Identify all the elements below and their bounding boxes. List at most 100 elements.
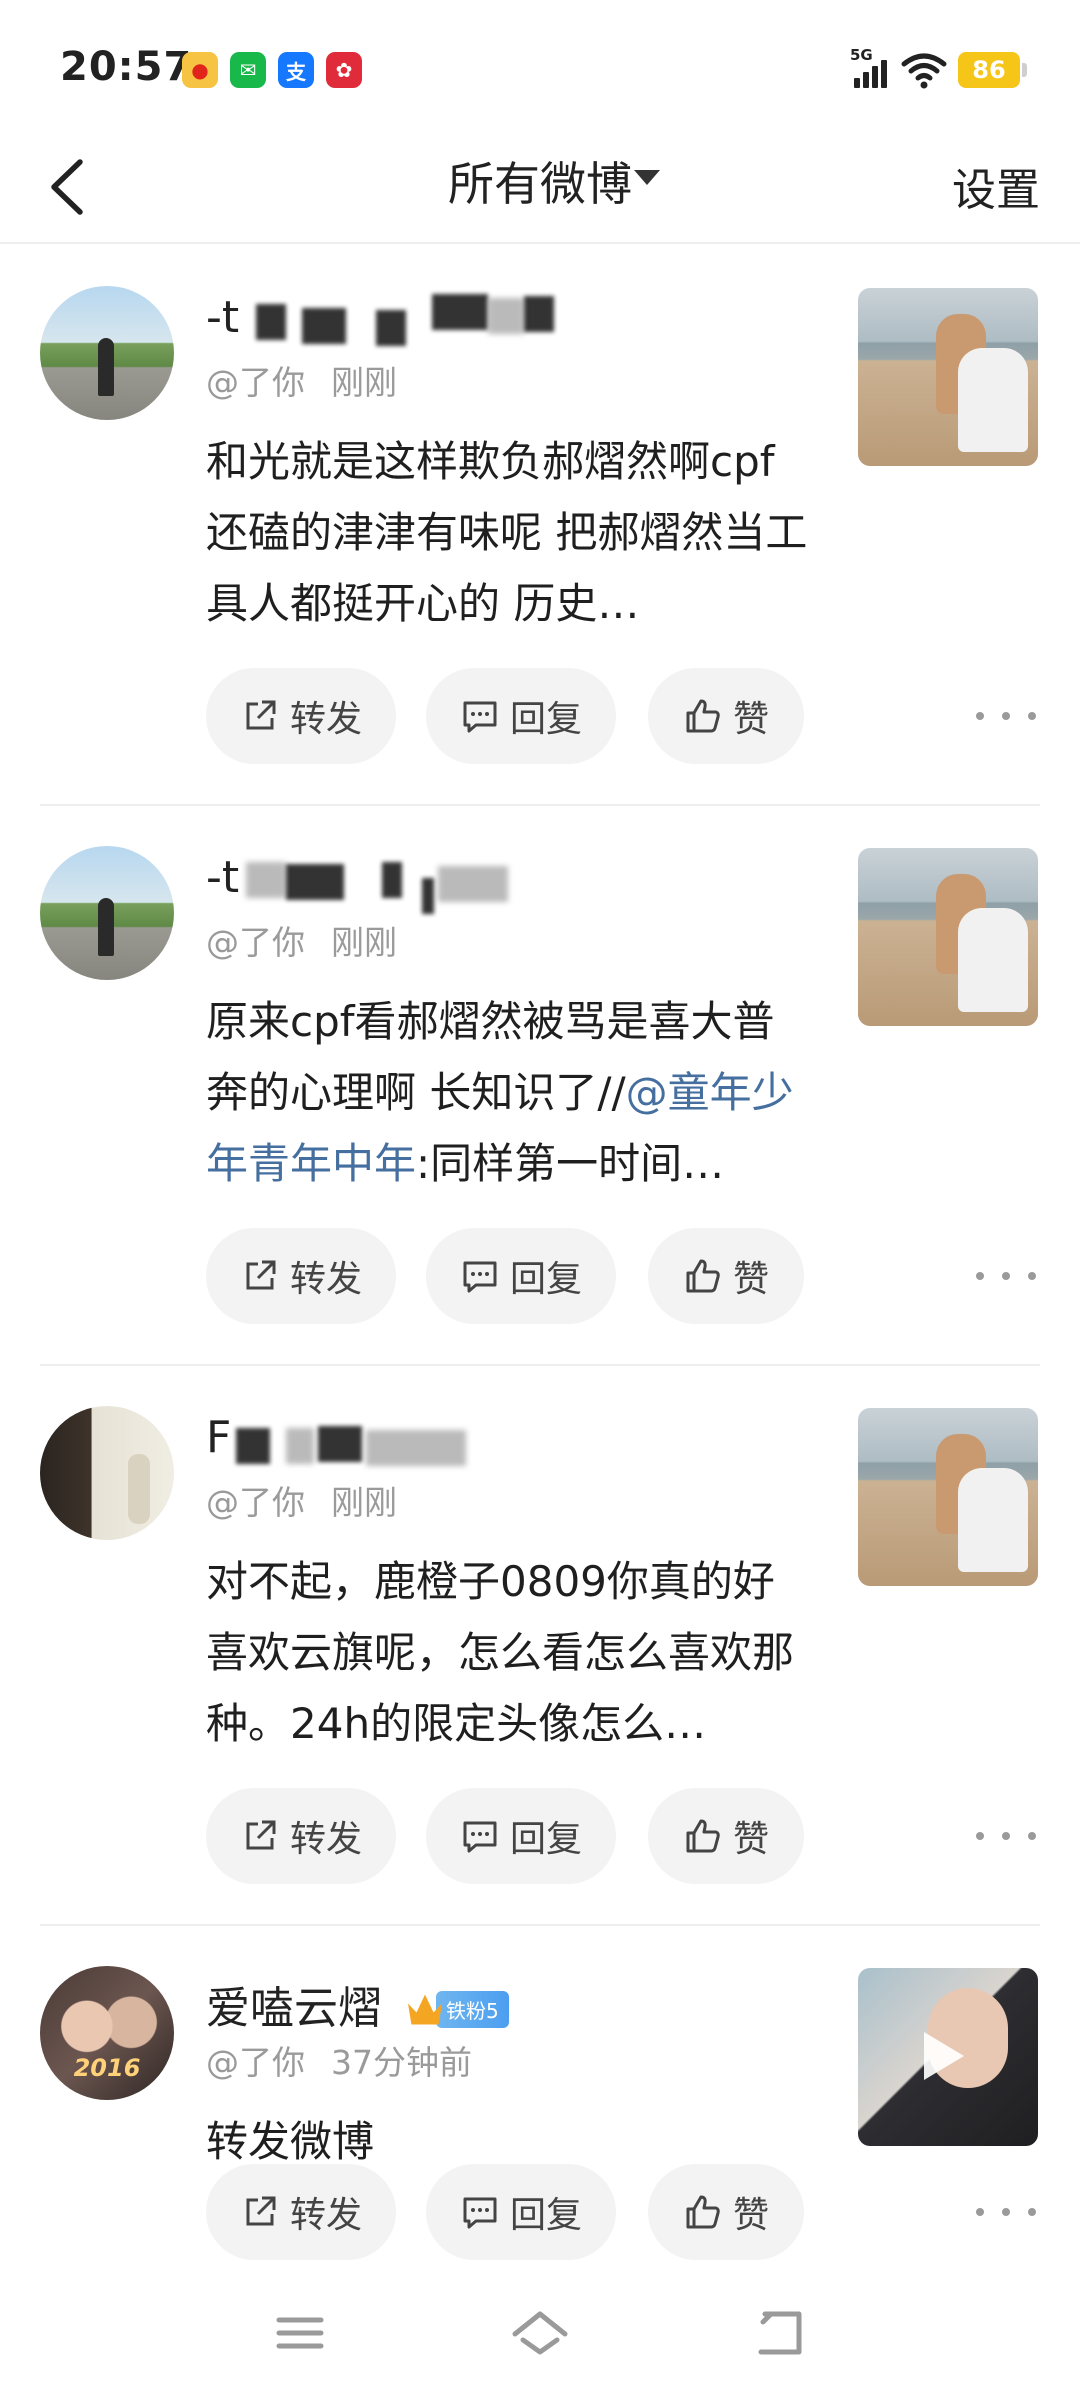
username-text: 爱嗑云熠 [206, 1983, 382, 2034]
post-time: 刚刚 [331, 363, 397, 402]
mention-feed: -t @了你 刚刚 和光就是这样欺负郝熠然啊cpf还磕的津津有味呢 把郝熠然当工具… [0, 246, 1080, 2266]
avatar[interactable]: 2016 [40, 1966, 174, 2100]
like-label: 赞 [732, 699, 769, 740]
home-icon[interactable] [505, 2298, 575, 2368]
post-meta: @了你 37分钟前 [206, 2036, 472, 2084]
mention-source: @了你 [206, 1483, 305, 1522]
more-options-button[interactable] [976, 2194, 1036, 2230]
share-icon [246, 2196, 276, 2226]
battery-indicator: 86 [958, 52, 1027, 88]
more-options-button[interactable] [976, 1818, 1036, 1854]
like-button[interactable]: 赞 [648, 668, 804, 764]
post-thumbnail[interactable] [858, 848, 1038, 1026]
post-text[interactable]: 和光就是这样欺负郝熠然啊cpf还磕的津津有味呢 把郝熠然当工具人都挺开心的 历史… [206, 426, 816, 639]
comment-button[interactable]: 回复 [426, 1228, 616, 1324]
back-nav-icon[interactable] [745, 2298, 815, 2368]
action-bar: 转发 回复 赞 [206, 668, 1066, 764]
redaction-mark [318, 1426, 362, 1462]
repost-button[interactable]: 转发 [206, 668, 396, 764]
redaction-mark [366, 1430, 466, 1466]
avatar[interactable] [40, 286, 174, 420]
feed-item[interactable]: F @了你 刚刚 对不起，鹿橙子0809你真的好喜欢云旗呢，怎么看怎么喜欢那种。2… [0, 1366, 1080, 1926]
post-text[interactable]: 原来cpf看郝熠然被骂是喜大普奔的心理啊 长知识了//@童年少年青年中年:同样第… [206, 986, 816, 1199]
username-text: -t [206, 292, 240, 343]
like-button[interactable]: 赞 [648, 1228, 804, 1324]
repost-button[interactable]: 转发 [206, 1228, 396, 1324]
repost-label: 转发 [289, 1819, 362, 1860]
mention-source: @了你 [206, 363, 305, 402]
repost-label: 转发 [289, 2195, 362, 2236]
feed-item[interactable]: 2016 爱嗑云熠 铁粉5 @了你 37分钟前 转发微博 转发 回复 赞 [0, 1926, 1080, 2266]
mention-source: @了你 [206, 2043, 305, 2082]
redaction-mark [286, 1428, 314, 1464]
comment-label: 回复 [509, 2195, 582, 2236]
action-bar: 转发 回复 赞 [206, 2164, 1066, 2260]
repost-button[interactable]: 转发 [206, 1788, 396, 1884]
more-options-button[interactable] [976, 1258, 1036, 1294]
repost-label: 转发 [289, 699, 362, 740]
post-text-part: :同样第一时间… [416, 1139, 725, 1188]
fan-level-badge: 铁粉5 [408, 1982, 509, 2033]
share-icon [246, 700, 276, 730]
system-nav-bar [0, 2268, 1080, 2400]
redaction-mark [422, 878, 434, 914]
cellular-signal-icon: 5G [850, 46, 894, 90]
username[interactable]: -t [206, 852, 508, 914]
avatar[interactable] [40, 1406, 174, 1540]
avatar-caption: 2016 [73, 2054, 141, 2082]
username-text: F [206, 1412, 232, 1463]
redaction-mark [376, 310, 406, 346]
comment-icon [463, 1821, 497, 1853]
redaction-mark [256, 304, 286, 340]
username[interactable]: F [206, 1412, 466, 1466]
like-button[interactable]: 赞 [648, 1788, 804, 1884]
thumbs-up-icon [686, 699, 720, 733]
redaction-mark [524, 296, 554, 332]
comment-button[interactable]: 回复 [426, 1788, 616, 1884]
wechat-icon: ✉ [230, 52, 266, 88]
menu-icon[interactable] [265, 2298, 335, 2368]
share-icon [246, 1820, 276, 1850]
post-text[interactable]: 对不起，鹿橙子0809你真的好喜欢云旗呢，怎么看怎么喜欢那种。24h的限定头像怎… [206, 1546, 816, 1759]
redaction-mark [302, 308, 346, 344]
status-bar: 20:57 ● ✉ 支 ✿ 5G 86 [0, 0, 1080, 130]
settings-button[interactable]: 设置 [952, 154, 1040, 218]
redaction-mark [286, 864, 344, 900]
post-thumbnail[interactable] [858, 1408, 1038, 1586]
comment-button[interactable]: 回复 [426, 2164, 616, 2260]
share-icon [246, 1260, 276, 1290]
comment-icon [463, 1261, 497, 1293]
action-bar: 转发 回复 赞 [206, 1788, 1066, 1884]
feed-item[interactable]: -t @了你 刚刚 和光就是这样欺负郝熠然啊cpf还磕的津津有味呢 把郝熠然当工具… [0, 246, 1080, 806]
weibo-icon: ● [182, 52, 218, 88]
post-meta: @了你 刚刚 [206, 356, 397, 404]
video-thumbnail[interactable] [858, 1968, 1038, 2146]
like-label: 赞 [732, 2195, 769, 2236]
thumbs-up-icon [686, 1819, 720, 1853]
comment-icon [463, 701, 497, 733]
like-button[interactable]: 赞 [648, 2164, 804, 2260]
avatar[interactable] [40, 846, 174, 980]
redaction-mark [382, 862, 402, 898]
redaction-mark [246, 862, 286, 898]
network-type: 5G [850, 46, 873, 64]
post-time: 37分钟前 [331, 2043, 472, 2082]
repost-button[interactable]: 转发 [206, 2164, 396, 2260]
comment-label: 回复 [509, 1259, 582, 1300]
feed-item[interactable]: -t @了你 刚刚 原来cpf看郝熠然被骂是喜大普奔的心理啊 长知识了//@童年少… [0, 806, 1080, 1366]
username[interactable]: 爱嗑云熠 铁粉5 [206, 1972, 509, 2037]
like-label: 赞 [732, 1819, 769, 1860]
action-bar: 转发 回复 赞 [206, 1228, 1066, 1324]
back-arrow-icon[interactable] [36, 152, 106, 222]
alipay-icon: 支 [278, 52, 314, 88]
thumbs-up-icon [686, 2195, 720, 2229]
redaction-mark [438, 866, 508, 902]
caret-down-icon[interactable] [634, 170, 660, 185]
post-thumbnail[interactable] [858, 288, 1038, 466]
username[interactable]: -t [206, 292, 554, 346]
comment-button[interactable]: 回复 [426, 668, 616, 764]
more-options-button[interactable] [976, 698, 1036, 734]
post-time: 刚刚 [331, 923, 397, 962]
top-nav-bar: 所有微博 设置 [0, 130, 1080, 244]
thumbs-up-icon [686, 1259, 720, 1293]
